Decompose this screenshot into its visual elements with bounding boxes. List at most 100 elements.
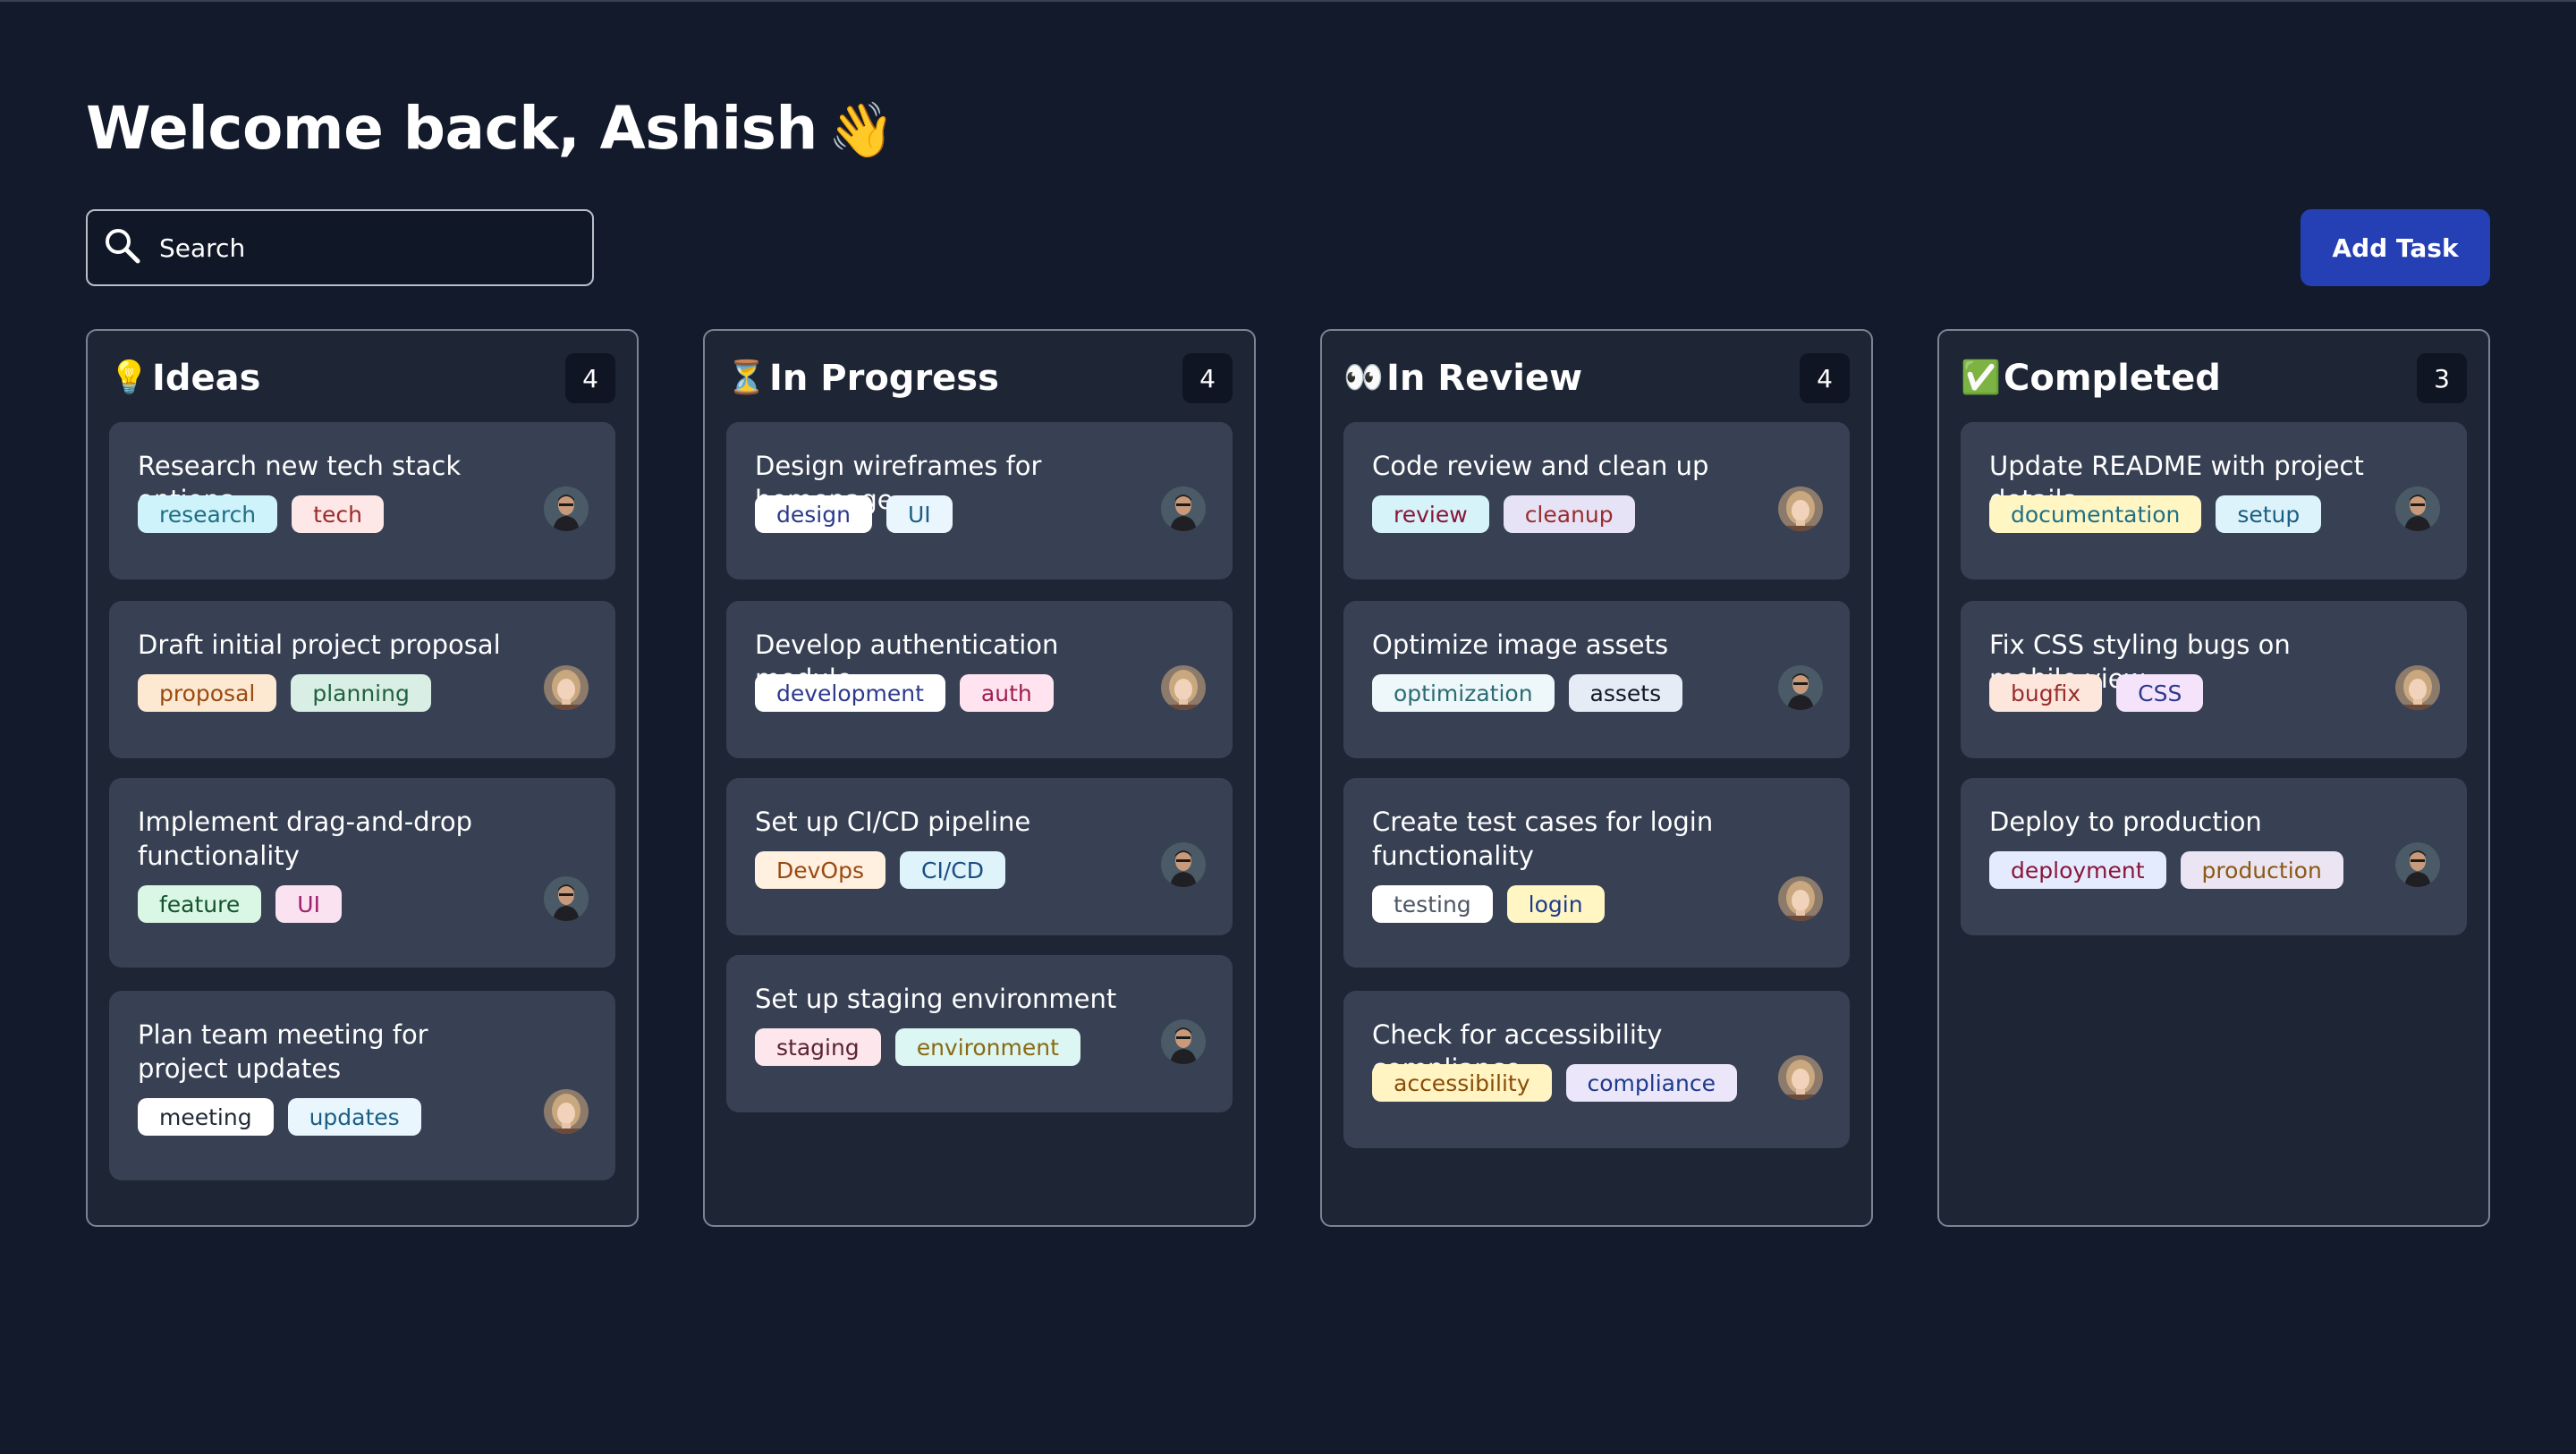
- task-title: Set up CI/CD pipeline: [755, 807, 1031, 837]
- task-card[interactable]: Set up CI/CD pipeline DevOps CI/CD: [726, 778, 1233, 935]
- tag-ui: UI: [886, 495, 953, 533]
- column-count-badge: 4: [1800, 353, 1850, 403]
- tag-ui: UI: [275, 885, 342, 923]
- tag-list: testing login: [1372, 885, 1605, 923]
- task-card[interactable]: Design wireframes for homepagedesignUI: [726, 422, 1233, 579]
- task-title: Plan team meeting for project updates: [138, 1019, 428, 1084]
- assignee-avatar[interactable]: [1778, 1055, 1823, 1100]
- tag-deployment: deployment: [1989, 851, 2166, 889]
- task-card[interactable]: Implement drag-and-drop functionality fea…: [109, 778, 615, 968]
- add-task-button[interactable]: Add Task: [2301, 209, 2490, 286]
- assignee-avatar[interactable]: [2395, 665, 2440, 710]
- waving-hand-icon: 👋: [827, 99, 895, 162]
- column-in-progress: ⏳In Progress4Design wireframes for homep…: [703, 329, 1256, 1227]
- eyes-icon: 👀: [1343, 359, 1384, 396]
- column-count-badge: 4: [565, 353, 615, 403]
- search-icon: [102, 225, 143, 270]
- tag-list: proposal planning: [138, 674, 431, 712]
- task-card[interactable]: Set up staging environment staging environ…: [726, 955, 1233, 1112]
- tag-list: optimization assets: [1372, 674, 1683, 712]
- assignee-avatar[interactable]: [1161, 842, 1206, 887]
- tag-cleanup: cleanup: [1503, 495, 1635, 533]
- assignee-avatar[interactable]: [1161, 665, 1206, 710]
- tag-list: meeting updates: [138, 1098, 421, 1136]
- column-completed: ✅Completed 3 Update README with project de…: [1937, 329, 2490, 1227]
- tag-tech: tech: [292, 495, 384, 533]
- task-title: Set up staging environment: [755, 984, 1117, 1014]
- search-box[interactable]: [86, 209, 594, 286]
- page-title: Welcome back, Ashish 👋: [86, 91, 895, 168]
- assignee-avatar[interactable]: [1161, 1019, 1206, 1064]
- tag-feature: feature: [138, 885, 262, 923]
- assignee-avatar[interactable]: [544, 486, 589, 531]
- task-title: Create test cases for login functionalit…: [1372, 807, 1714, 871]
- column-header: 👀 In Review 4: [1343, 352, 1850, 404]
- tag-optimization: optimization: [1372, 674, 1555, 712]
- tag-testing: testing: [1372, 885, 1493, 923]
- kanban-page: Welcome back, Ashish👋 Add Task 💡Ideas 4 Re…: [0, 2, 2576, 1454]
- tag-login: login: [1506, 885, 1605, 923]
- task-title: Code review and clean up: [1372, 451, 1709, 481]
- assignee-avatar[interactable]: [1161, 486, 1206, 531]
- tag-compliance: compliance: [1565, 1064, 1737, 1102]
- task-card[interactable]: Draft initial project proposal proposal pl…: [109, 601, 615, 758]
- tag-documentation: documentation: [1989, 495, 2202, 533]
- assignee-avatar[interactable]: [544, 1089, 589, 1134]
- column-header: ⏳ In Progress 4: [726, 352, 1233, 404]
- column-ideas: 💡Ideas 4 Research new tech stack optionsre…: [86, 329, 639, 1227]
- check-mark-icon: ✅: [1961, 359, 2001, 396]
- tag-list: review cleanup: [1372, 495, 1635, 533]
- tag-devops: DevOps: [755, 851, 886, 889]
- tag-list: bugfix CSS: [1989, 674, 2204, 712]
- task-card[interactable]: Research new tech stack optionsresearcht…: [109, 422, 615, 579]
- task-title: Optimize image assets: [1372, 630, 1669, 660]
- assignee-avatar[interactable]: [2395, 842, 2440, 887]
- column-count-badge: 4: [1182, 353, 1233, 403]
- tag-accessibility: accessibility: [1372, 1064, 1552, 1102]
- task-title: Draft initial project proposal: [138, 630, 501, 660]
- assignee-avatar[interactable]: [1778, 486, 1823, 531]
- column-title: Ideas: [152, 358, 261, 399]
- task-card[interactable]: Deploy to production deployment production: [1961, 778, 2467, 935]
- tag-list: design UI: [755, 495, 953, 533]
- tag-list: staging environment: [755, 1028, 1080, 1066]
- assignee-avatar[interactable]: [2395, 486, 2440, 531]
- task-card[interactable]: Update README with project detailsdocume…: [1961, 422, 2467, 579]
- task-card[interactable]: Plan team meeting for project updates mee…: [109, 991, 615, 1180]
- task-card[interactable]: Optimize image assets optimization assets: [1343, 601, 1850, 758]
- tag-staging: staging: [755, 1028, 881, 1066]
- tag-design: design: [755, 495, 872, 533]
- tag-meeting: meeting: [138, 1098, 274, 1136]
- tag-list: DevOps CI/CD: [755, 851, 1005, 889]
- column-header: ✅ Completed 3: [1961, 352, 2467, 404]
- tag-research: research: [138, 495, 278, 533]
- tag-auth: auth: [959, 674, 1054, 712]
- task-title: Deploy to production: [1989, 807, 2262, 837]
- tag-list: development auth: [755, 674, 1054, 712]
- tag-updates: updates: [287, 1098, 421, 1136]
- tag-bugfix: bugfix: [1989, 674, 2103, 712]
- tag-list: research tech: [138, 495, 384, 533]
- assignee-avatar[interactable]: [544, 665, 589, 710]
- column-title: In Progress: [769, 358, 999, 399]
- task-card[interactable]: Code review and clean up review cleanup: [1343, 422, 1850, 579]
- assignee-avatar[interactable]: [544, 876, 589, 921]
- tag-assets: assets: [1568, 674, 1683, 712]
- assignee-avatar[interactable]: [1778, 876, 1823, 921]
- tag-review: review: [1372, 495, 1489, 533]
- tag-environment: environment: [894, 1028, 1080, 1066]
- lightbulb-icon: 💡: [109, 359, 149, 396]
- task-card[interactable]: Create test cases for login functionalit…: [1343, 778, 1850, 968]
- tag-css: CSS: [2116, 674, 2204, 712]
- assignee-avatar[interactable]: [1778, 665, 1823, 710]
- page-title-text: Welcome back, Ashish: [86, 94, 818, 163]
- tag-setup: setup: [2216, 495, 2322, 533]
- task-card[interactable]: Fix CSS styling bugs on mobile viewbugfi…: [1961, 601, 2467, 758]
- tag-list: accessibility compliance: [1372, 1064, 1737, 1102]
- task-card[interactable]: Develop authentication moduledevelopment…: [726, 601, 1233, 758]
- column-title: In Review: [1386, 358, 1583, 399]
- search-input[interactable]: [159, 232, 571, 263]
- task-card[interactable]: Check for accessibility complianceaccess…: [1343, 991, 1850, 1148]
- kanban-board: 💡Ideas 4 Research new tech stack optionsre…: [86, 329, 2490, 1227]
- tag-list: feature UI: [138, 885, 342, 923]
